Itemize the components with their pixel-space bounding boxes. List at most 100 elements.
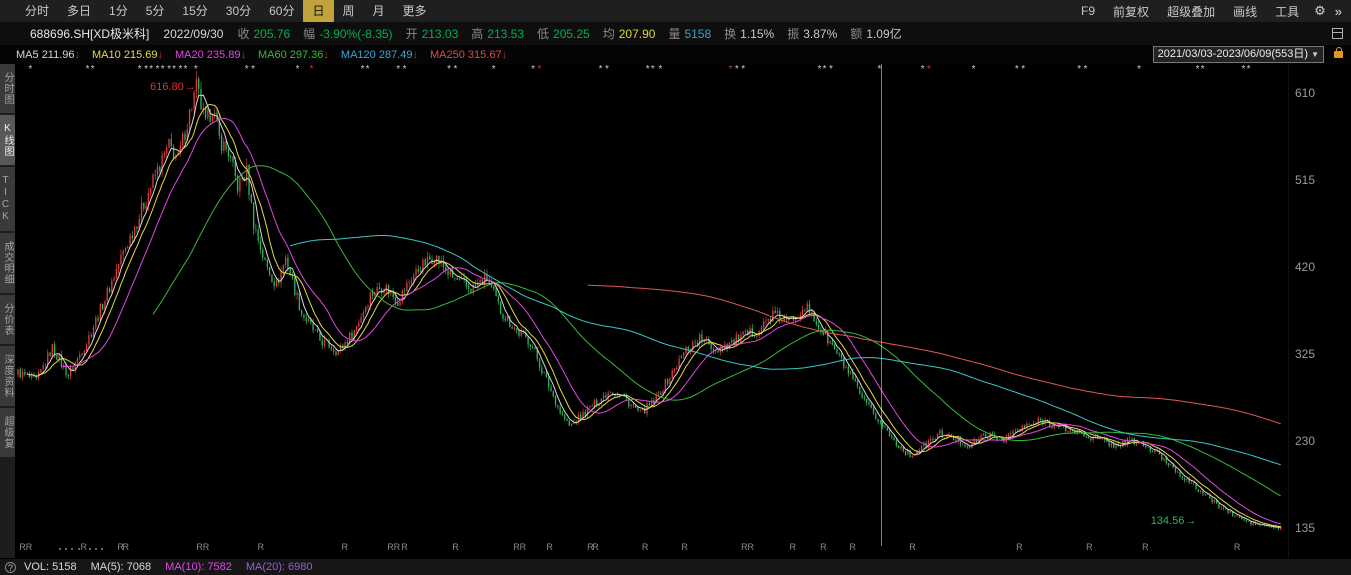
restore-marker: R xyxy=(592,542,599,552)
status-label: VOL: xyxy=(24,561,49,573)
status-item-3: MA(20): 6980 xyxy=(246,561,313,573)
price-axis: 610515420325230135 xyxy=(1288,64,1351,558)
restore-marker: R xyxy=(452,542,459,552)
period-tab-1[interactable]: 多日 xyxy=(58,0,100,22)
ma-indicator-bar: MA5 211.96↓MA10 215.69↓MA20 235.89↓MA60 … xyxy=(0,45,1351,64)
tick-dot xyxy=(95,548,97,550)
sidebar-item-6[interactable]: 超级复 xyxy=(0,408,15,457)
tick-dot xyxy=(89,548,91,550)
info-field-额: 额 1.09亿 xyxy=(850,25,901,42)
toolbar-button-0[interactable]: F9 xyxy=(1072,4,1104,18)
info-field-value: -3.90%(-8.35) xyxy=(319,27,392,41)
period-tab-0[interactable]: 分时 xyxy=(16,0,58,22)
ma-value: 297.36 xyxy=(290,49,324,61)
event-marker: * xyxy=(741,65,745,75)
restore-marker: R xyxy=(681,542,688,552)
event-marker: * xyxy=(728,65,732,75)
restore-marker: R xyxy=(1142,542,1149,552)
period-tab-7[interactable]: 日 xyxy=(303,0,333,22)
info-field-value: 1.15% xyxy=(740,27,774,41)
lock-icon[interactable] xyxy=(1334,51,1343,58)
ma-label: MA10 xyxy=(92,49,121,61)
info-field-label: 换 xyxy=(724,27,736,41)
sidebar-item-0[interactable]: 分时图 xyxy=(0,64,15,113)
ma-value: 211.96 xyxy=(42,49,75,61)
event-marker: * xyxy=(251,65,255,75)
axis-label-610: 610 xyxy=(1295,86,1315,100)
event-marker: * xyxy=(1077,65,1081,75)
info-field-value: 213.03 xyxy=(422,27,459,41)
restore-marker: R xyxy=(257,542,264,552)
ma-value: 215.69 xyxy=(124,49,158,61)
ma-indicator-MA120: MA120 287.49↓ xyxy=(341,49,418,61)
event-marker: * xyxy=(818,65,822,75)
sidebar-item-4[interactable]: 分价表 xyxy=(0,295,15,344)
info-field-value: 1.09亿 xyxy=(866,27,901,41)
date-range-dropdown[interactable]: 2021/03/03-2023/06/09(553日)▼ xyxy=(1153,46,1324,63)
event-marker: * xyxy=(28,65,32,75)
event-marker: * xyxy=(156,65,160,75)
toolbar-button-3[interactable]: 画线 xyxy=(1224,3,1266,20)
event-marker: * xyxy=(194,65,198,75)
period-tab-6[interactable]: 60分 xyxy=(260,0,303,22)
event-marker: * xyxy=(538,65,542,75)
toolbar-right: F9前复权超级叠加画线工具⚙» xyxy=(1072,3,1351,20)
event-marker: * xyxy=(599,65,603,75)
period-tab-5[interactable]: 30分 xyxy=(217,0,260,22)
event-marker: * xyxy=(403,65,407,75)
restore-marker: R xyxy=(80,542,87,552)
event-marker: * xyxy=(877,65,881,75)
ma-label: MA60 xyxy=(258,49,287,61)
arrow-down-icon: ↓ xyxy=(240,49,246,61)
status-item-1: MA(5): 7068 xyxy=(91,561,152,573)
layout-icon[interactable] xyxy=(1332,28,1343,39)
toolbar-button-4[interactable]: 工具 xyxy=(1266,3,1308,20)
period-tab-2[interactable]: 1分 xyxy=(100,0,137,22)
event-marker: * xyxy=(86,65,90,75)
restore-marker: R xyxy=(394,542,401,552)
info-field-value: 213.53 xyxy=(487,27,524,41)
period-tab-9[interactable]: 月 xyxy=(364,0,394,22)
help-icon[interactable]: ? xyxy=(5,562,16,573)
ma-items: MA5 211.96↓MA10 215.69↓MA20 235.89↓MA60 … xyxy=(16,49,519,61)
sidebar-item-3[interactable]: 成交明细 xyxy=(0,233,15,293)
sidebar-item-2[interactable]: TICK xyxy=(0,167,15,231)
ma-value: 287.49 xyxy=(379,49,413,61)
chevron-down-icon: ▼ xyxy=(1311,50,1319,59)
tick-dot xyxy=(65,548,67,550)
kline-chart[interactable]: 616.80→ 134.56→ ************************… xyxy=(15,64,1288,558)
double-chevron-icon[interactable]: » xyxy=(1332,4,1349,19)
event-marker: * xyxy=(172,65,176,75)
gear-icon[interactable]: ⚙ xyxy=(1308,3,1332,19)
info-field-低: 低205.25 xyxy=(537,25,590,42)
left-sidebar: 分时图 K线图 TICK 成交明细分价表深度资料超级复 xyxy=(0,64,15,558)
down-candle-bodies xyxy=(20,79,1279,530)
toolbar-button-2[interactable]: 超级叠加 xyxy=(1158,3,1224,20)
period-tab-10[interactable]: 更多 xyxy=(394,0,436,22)
event-marker: * xyxy=(1196,65,1200,75)
event-marker: * xyxy=(651,65,655,75)
info-field-label: 开 xyxy=(406,27,418,41)
info-field-label: 振 xyxy=(787,27,799,41)
event-marker: * xyxy=(605,65,609,75)
event-marker: * xyxy=(396,65,400,75)
info-field-label: 额 xyxy=(850,27,862,41)
arrow-down-icon: ↓ xyxy=(323,49,329,61)
event-marker: * xyxy=(823,65,827,75)
period-tab-8[interactable]: 周 xyxy=(334,0,364,22)
restore-marker: R xyxy=(748,542,755,552)
ma-value: 235.89 xyxy=(207,49,241,61)
period-tab-4[interactable]: 15分 xyxy=(173,0,216,22)
ma-indicator-MA10: MA10 215.69↓ xyxy=(92,49,163,61)
sidebar-item-5[interactable]: 深度资料 xyxy=(0,346,15,406)
up-candle-bodies xyxy=(17,79,1281,530)
toolbar-button-1[interactable]: 前复权 xyxy=(1104,3,1158,20)
sidebar-item-1[interactable]: K线图 xyxy=(0,115,15,165)
status-value: 5158 xyxy=(52,561,76,573)
ma-indicator-MA5: MA5 211.96↓ xyxy=(16,49,80,61)
down-candle-wicks xyxy=(20,76,1278,530)
event-marker: * xyxy=(1084,65,1088,75)
restore-marker: R xyxy=(1086,542,1093,552)
period-tab-3[interactable]: 5分 xyxy=(137,0,174,22)
tick-dot xyxy=(78,548,80,550)
